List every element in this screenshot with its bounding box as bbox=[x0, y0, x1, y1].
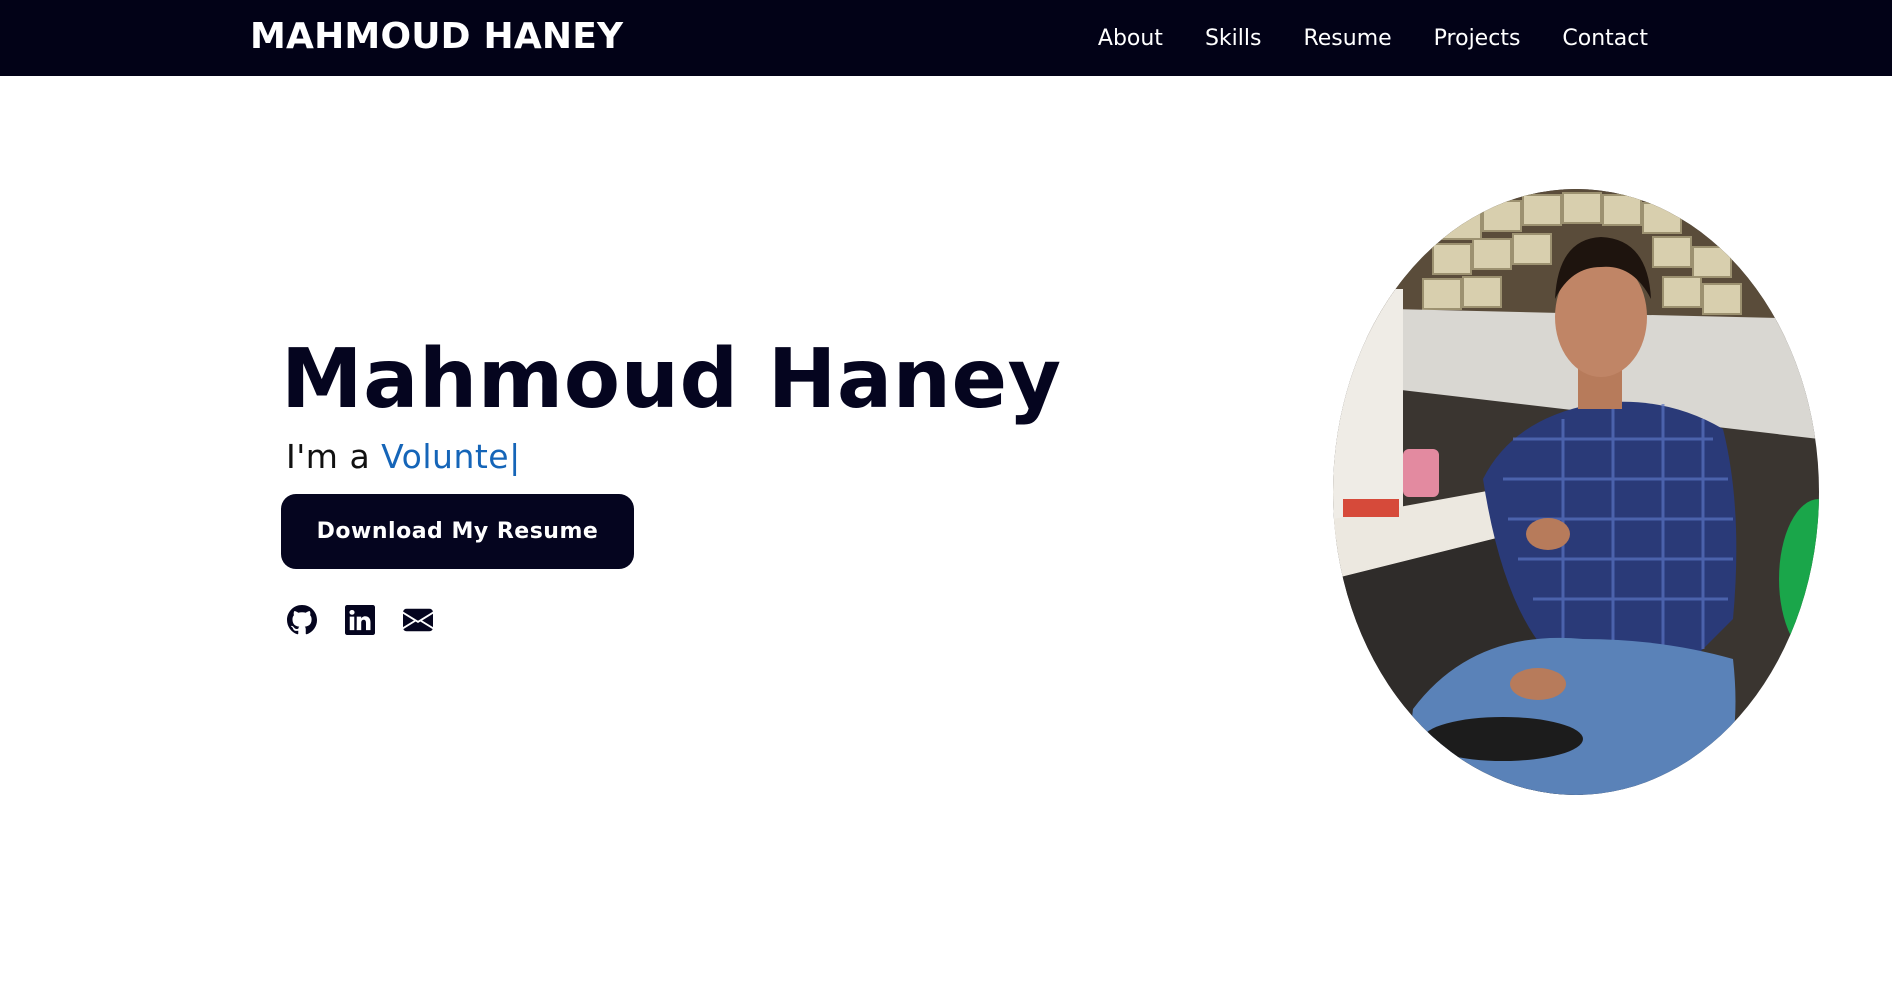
download-resume-button[interactable]: Download My Resume bbox=[281, 494, 634, 569]
hero-section: Mahmoud Haney I'm a Volunte| Download My… bbox=[281, 330, 1081, 635]
typed-role-text: Volunte bbox=[381, 437, 510, 476]
email-link[interactable] bbox=[402, 604, 434, 636]
social-links bbox=[286, 604, 434, 636]
nav-item-about: About bbox=[1098, 26, 1163, 51]
nav-link-projects[interactable]: Projects bbox=[1434, 26, 1521, 51]
nav-link-resume[interactable]: Resume bbox=[1303, 26, 1391, 51]
profile-photo-illustration bbox=[1333, 189, 1819, 795]
brand-logo[interactable]: MAHMOUD HANEY bbox=[250, 16, 623, 58]
profile-photo bbox=[1333, 189, 1819, 795]
linkedin-link[interactable] bbox=[344, 604, 376, 636]
github-icon bbox=[287, 605, 317, 635]
nav-item-skills: Skills bbox=[1205, 26, 1262, 51]
nav-item-resume: Resume bbox=[1303, 26, 1391, 51]
hero-tagline: I'm a Volunte| bbox=[286, 434, 1081, 480]
nav-item-projects: Projects bbox=[1434, 26, 1521, 51]
hero-name: Mahmoud Haney bbox=[281, 332, 1062, 427]
envelope-icon bbox=[403, 605, 433, 635]
tagline-prefix: I'm a bbox=[286, 437, 382, 476]
nav-link-skills[interactable]: Skills bbox=[1205, 26, 1262, 51]
linkedin-icon bbox=[345, 605, 375, 635]
typing-cursor: | bbox=[509, 437, 521, 476]
nav-item-contact: Contact bbox=[1562, 26, 1648, 51]
navbar: MAHMOUD HANEY About Skills Resume Projec… bbox=[0, 0, 1892, 76]
nav-link-about[interactable]: About bbox=[1098, 26, 1163, 51]
github-link[interactable] bbox=[286, 604, 318, 636]
nav-links: About Skills Resume Projects Contact bbox=[1098, 0, 1648, 76]
nav-link-contact[interactable]: Contact bbox=[1562, 26, 1648, 51]
